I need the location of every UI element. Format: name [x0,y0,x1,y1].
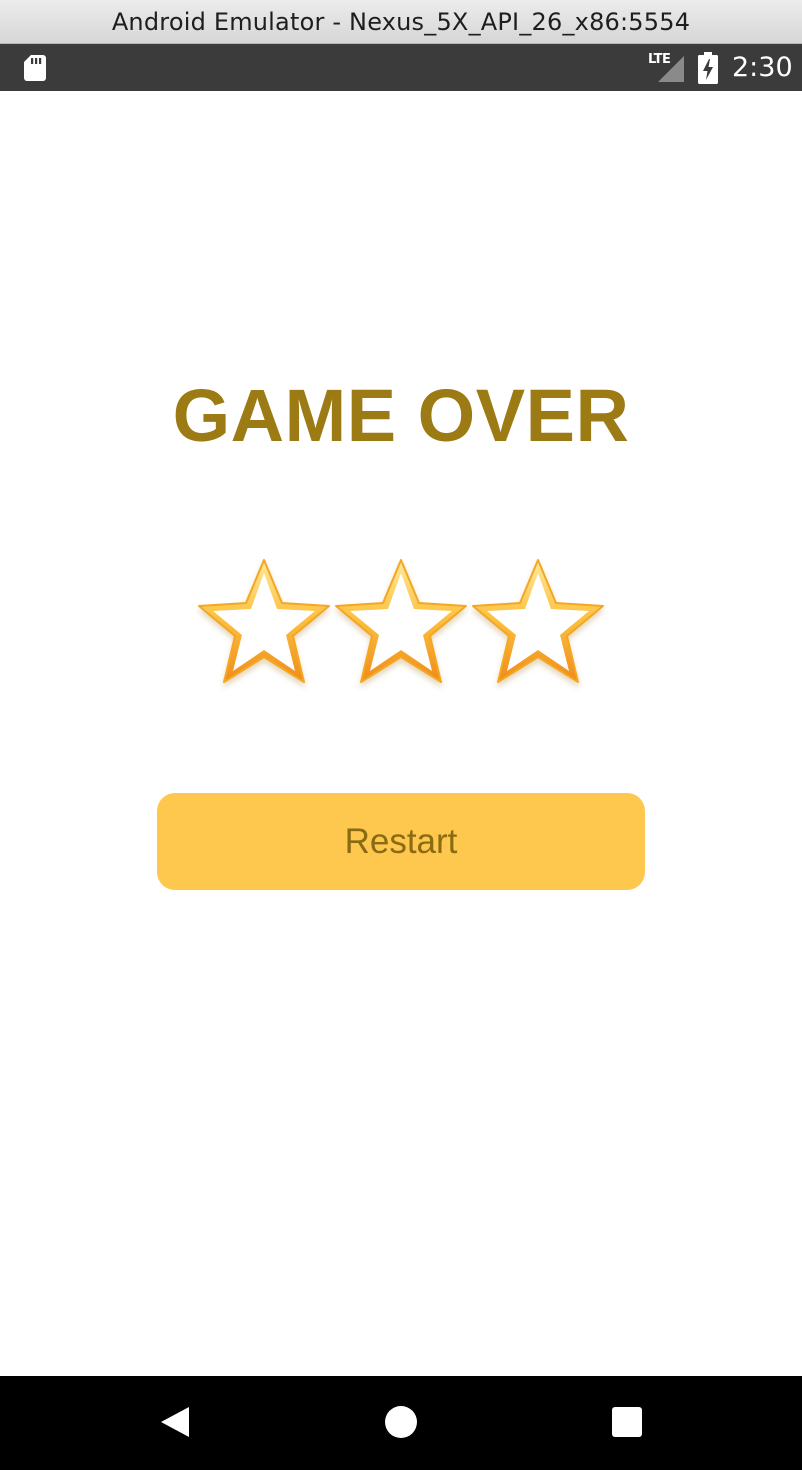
window-title: Android Emulator - Nexus_5X_API_26_x86:5… [111,7,691,36]
recents-icon[interactable] [609,1404,645,1440]
game-over-screen: GAME OVER Restart [0,91,802,1376]
network-label: LTE [648,52,671,67]
game-over-title: GAME OVER [172,374,630,457]
star-icon [335,559,467,683]
window-titlebar: Android Emulator - Nexus_5X_API_26_x86:5… [0,0,802,44]
status-bar: LTE 2:30 [0,44,802,91]
restart-button[interactable]: Restart [157,793,645,890]
navigation-bar [0,1376,802,1470]
back-icon[interactable] [157,1404,193,1440]
battery-charging-icon [698,52,718,84]
star-icon [198,559,330,683]
restart-button-label: Restart [344,821,458,861]
star-rating [196,556,608,696]
network-indicator: LTE [648,52,686,83]
home-icon[interactable] [383,1404,419,1440]
clock: 2:30 [732,52,793,83]
sd-card-icon [24,55,46,81]
star-icon [472,559,604,683]
